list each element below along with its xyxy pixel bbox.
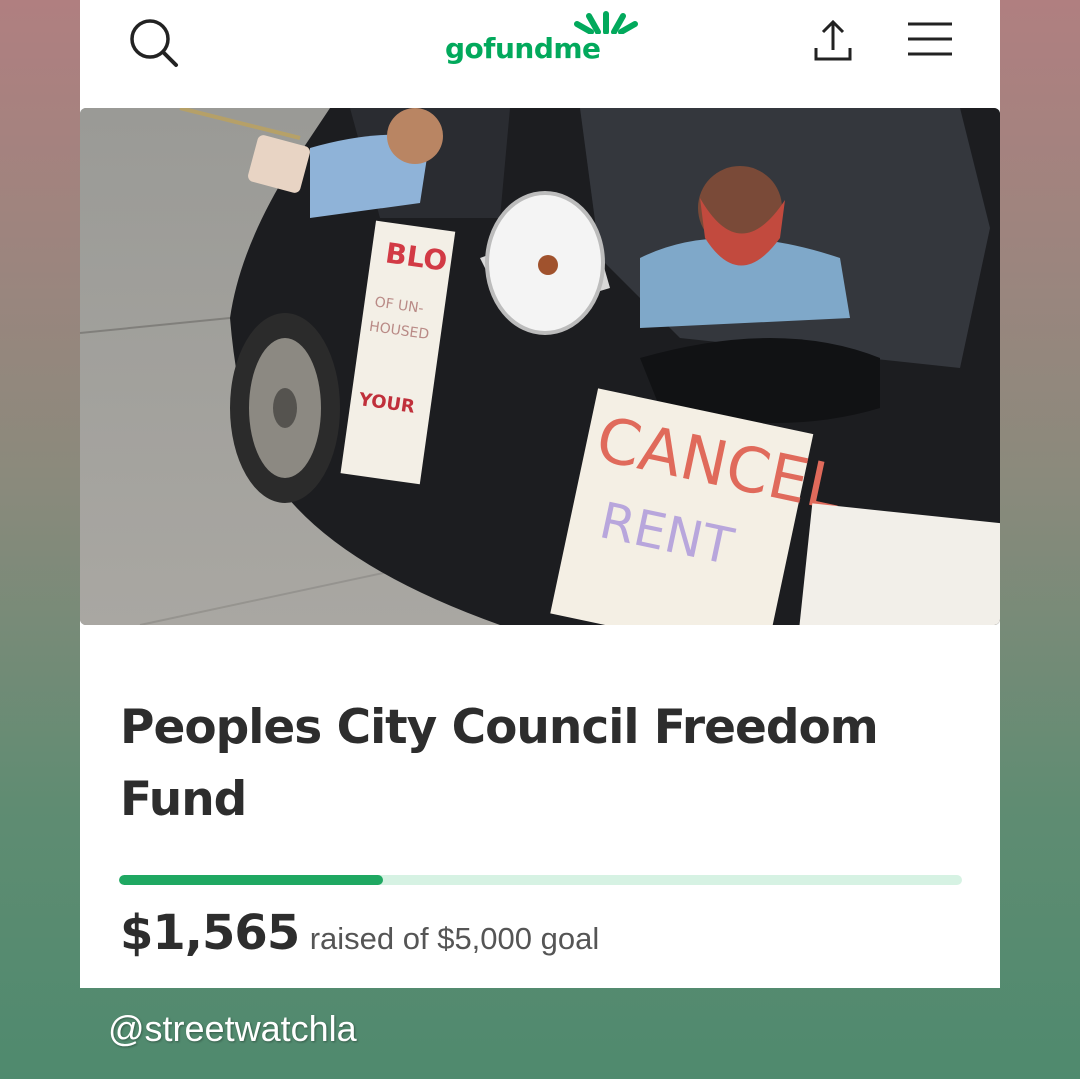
top-nav-bar: gofundme	[80, 0, 1000, 100]
campaign-title[interactable]: Peoples City Council Freedom Fund	[120, 692, 970, 836]
funding-summary: $1,565 raised of $5,000 goal	[120, 905, 599, 961]
campaign-hero-image[interactable]: BLO OF UN- HOUSED YOUR CANCEL RENT	[80, 108, 1000, 625]
share-icon[interactable]	[805, 14, 861, 70]
hamburger-menu-icon[interactable]	[902, 18, 958, 62]
amount-raised: $1,565	[120, 905, 300, 961]
funding-progress-bar	[119, 875, 962, 885]
gofundme-logo[interactable]: gofundme	[445, 10, 645, 70]
logo-sprout-icon	[574, 11, 638, 34]
progress-fill	[119, 875, 383, 885]
watermark-handle: @streetwatchla	[108, 1008, 357, 1049]
search-icon[interactable]	[126, 14, 182, 70]
hero-photo-illustration: BLO OF UN- HOUSED YOUR CANCEL RENT	[80, 108, 1000, 625]
gofundme-card: gofundme BLO OF UN- HOUSED YOUR CANCEL R…	[80, 0, 1000, 988]
goal-text: raised of $5,000 goal	[309, 921, 600, 956]
logo-wordmark: gofundme	[445, 32, 601, 65]
